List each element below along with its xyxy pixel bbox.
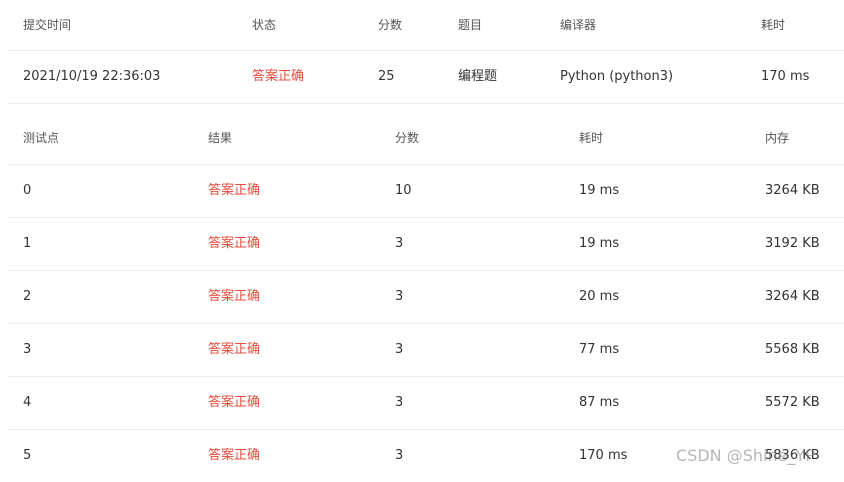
problem-link[interactable]: 编程题 (458, 51, 497, 103)
submission-header-row: 提交时间 状态 分数 题目 编译器 耗时 (8, 0, 844, 51)
table-row: 1 答案正确 3 19 ms 3192 KB (8, 218, 844, 271)
testcase-memory: 3264 KB (765, 183, 820, 198)
testcase-result: 答案正确 (208, 342, 261, 357)
testcase-time: 19 ms (579, 183, 620, 198)
testcase-id: 2 (23, 289, 32, 304)
testcase-result: 答案正确 (208, 183, 261, 198)
testcase-table: 测试点 结果 分数 耗时 内存 0 答案正确 10 19 ms 3264 KB … (8, 112, 844, 482)
header-case-time: 耗时 (579, 131, 604, 145)
testcase-id: 3 (23, 342, 32, 357)
testcase-score: 3 (395, 395, 404, 410)
header-score: 分数 (378, 18, 403, 32)
testcase-score: 10 (395, 183, 412, 198)
header-submit-time: 提交时间 (23, 18, 72, 32)
header-memory: 内存 (765, 131, 790, 145)
header-case-score: 分数 (395, 131, 420, 145)
testcase-score: 3 (395, 342, 404, 357)
total-score: 25 (378, 69, 395, 84)
testcase-id: 0 (23, 183, 32, 198)
testcase-result: 答案正确 (208, 236, 261, 251)
testcase-header-row: 测试点 结果 分数 耗时 内存 (8, 112, 844, 165)
table-row: 3 答案正确 3 77 ms 5568 KB (8, 324, 844, 377)
testcase-score: 3 (395, 289, 404, 304)
testcase-score: 3 (395, 448, 404, 463)
submit-time: 2021/10/19 22:36:03 (23, 69, 161, 84)
submission-row: 2021/10/19 22:36:03 答案正确 25 编程题 Python (… (8, 51, 844, 104)
testcase-score: 3 (395, 236, 404, 251)
testcase-time: 77 ms (579, 342, 620, 357)
testcase-time: 20 ms (579, 289, 620, 304)
testcase-result: 答案正确 (208, 448, 261, 463)
testcase-id: 4 (23, 395, 32, 410)
table-row: 0 答案正确 10 19 ms 3264 KB (8, 165, 844, 218)
testcase-time: 19 ms (579, 236, 620, 251)
testcase-memory: 3192 KB (765, 236, 820, 251)
header-result: 结果 (208, 131, 233, 145)
header-compiler: 编译器 (560, 18, 597, 32)
testcase-result: 答案正确 (208, 289, 261, 304)
header-testcase: 测试点 (23, 131, 60, 145)
table-row: 2 答案正确 3 20 ms 3264 KB (8, 271, 844, 324)
testcase-memory: 5568 KB (765, 342, 820, 357)
testcase-id: 1 (23, 236, 32, 251)
testcase-memory: 5572 KB (765, 395, 820, 410)
submission-table: 提交时间 状态 分数 题目 编译器 耗时 2021/10/19 22:36:03… (8, 0, 844, 104)
testcase-result: 答案正确 (208, 395, 261, 410)
header-problem: 题目 (458, 18, 483, 32)
testcase-id: 5 (23, 448, 32, 463)
testcase-time: 87 ms (579, 395, 620, 410)
elapsed-value: 170 ms (761, 69, 810, 84)
testcase-memory: 5836 KB (765, 448, 820, 463)
compiler-value: Python (python3) (560, 69, 674, 84)
header-status: 状态 (252, 18, 277, 32)
testcase-memory: 3264 KB (765, 289, 820, 304)
table-row: 5 答案正确 3 170 ms 5836 KB (8, 430, 844, 482)
table-row: 4 答案正确 3 87 ms 5572 KB (8, 377, 844, 430)
testcase-time: 170 ms (579, 448, 628, 463)
status-badge: 答案正确 (252, 69, 305, 84)
header-elapsed: 耗时 (761, 18, 786, 32)
